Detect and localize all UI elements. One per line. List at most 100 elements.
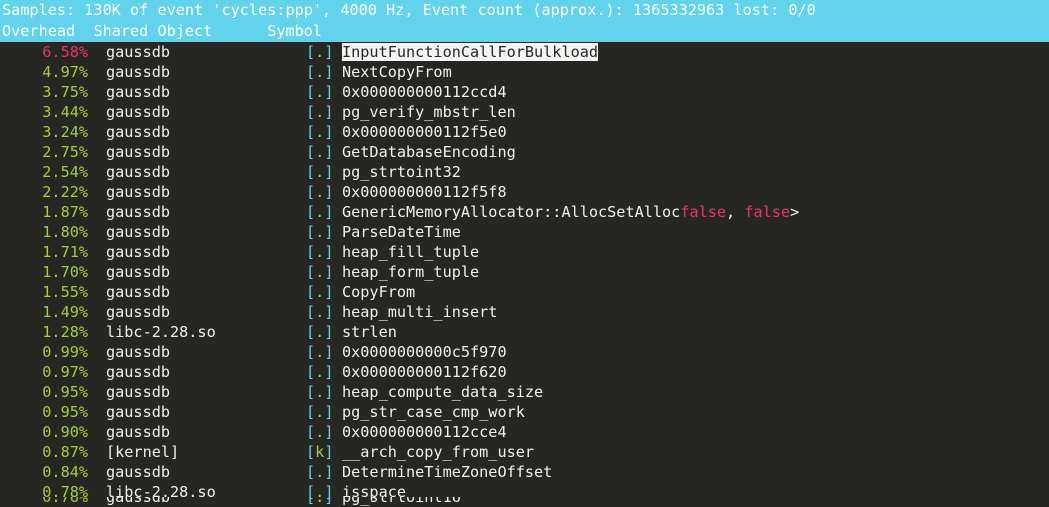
row-gap: [88, 162, 106, 182]
overhead-percent: 0.90%: [42, 423, 88, 441]
marker-glyph: .: [315, 203, 325, 221]
marker-glyph: .: [315, 403, 325, 421]
shared-object-name: gaussdb: [106, 203, 171, 221]
table-row[interactable]: 3.24% gaussdb [.] 0x000000000112f5e0: [0, 122, 1049, 142]
symbol-name: heap_multi_insert: [342, 303, 498, 321]
sample-marker: [.]: [306, 43, 334, 61]
column-header-row: Overhead Shared Object Symbol: [0, 21, 1049, 42]
overhead-percent: 2.75%: [42, 143, 88, 161]
row-gap: [88, 62, 106, 82]
sample-marker: [.]: [306, 63, 334, 81]
overhead-percent: 0.95%: [42, 403, 88, 421]
marker-glyph: .: [315, 43, 325, 61]
table-row[interactable]: 1.28% libc-2.28.so [.] strlen: [0, 322, 1049, 342]
table-row[interactable]: 1.71% gaussdb [.] heap_fill_tuple: [0, 242, 1049, 262]
row-gap: [88, 422, 106, 442]
overhead-percent: 3.75%: [42, 83, 88, 101]
table-row[interactable]: 0.99% gaussdb [.] 0x0000000000c5f970: [0, 342, 1049, 362]
overhead-percent: 1.71%: [42, 243, 88, 261]
marker-glyph: k: [315, 443, 325, 461]
shared-object-name: gaussdb: [106, 83, 171, 101]
symbol-name: 0x000000000112f5e0: [342, 123, 507, 141]
perf-status-line: Samples: 130K of event 'cycles:ppp', 400…: [2, 1, 816, 19]
table-row[interactable]: 3.44% gaussdb [.] pg_verify_mbstr_len: [0, 102, 1049, 122]
sample-marker: [.]: [306, 183, 334, 201]
column-header-overhead: Overhead: [2, 22, 76, 40]
sample-marker: [.]: [306, 283, 334, 301]
table-row[interactable]: 4.97% gaussdb [.] NextCopyFrom: [0, 62, 1049, 82]
symbol-name: pg_verify_mbstr_len: [342, 103, 516, 121]
marker-glyph: .: [315, 343, 325, 361]
table-row[interactable]: 2.54% gaussdb [.] pg_strtoint32: [0, 162, 1049, 182]
sample-marker: [.]: [306, 83, 334, 101]
symbol-name: heap_form_tuple: [342, 263, 480, 281]
overhead-percent: 0.84%: [42, 463, 88, 481]
shared-object-name: gaussdb: [106, 103, 171, 121]
table-row[interactable]: 0.97% gaussdb [.] 0x000000000112f620: [0, 362, 1049, 382]
sample-marker: [.]: [306, 203, 334, 221]
symbol-name: 0x000000000112ccd4: [342, 83, 507, 101]
row-gap: [88, 222, 106, 242]
row-gap: [88, 202, 106, 222]
column-header-gap-2: [212, 22, 267, 40]
symbol-name: 0x000000000112cce4: [342, 423, 507, 441]
row-gap: [88, 362, 106, 382]
table-row[interactable]: 0.87% [kernel] [k] __arch_copy_from_user: [0, 442, 1049, 462]
table-row[interactable]: 1.87% gaussdb [.] GenericMemoryAllocator::…: [0, 202, 1049, 222]
row-gap: [88, 262, 106, 282]
marker-glyph: .: [315, 303, 325, 321]
shared-object-name: gaussdb: [106, 303, 171, 321]
shared-object-name: gaussdb: [106, 243, 171, 261]
marker-glyph: .: [315, 63, 325, 81]
table-row[interactable]: 1.49% gaussdb [.] heap_multi_insert: [0, 302, 1049, 322]
table-row[interactable]: 0.84% gaussdb [.] DetermineTimeZoneOffset: [0, 462, 1049, 482]
row-gap: [88, 382, 106, 402]
table-row[interactable]: 2.22% gaussdb [.] 0x000000000112f5f8: [0, 182, 1049, 202]
marker-glyph: .: [315, 463, 325, 481]
row-gap: [88, 182, 106, 202]
sample-marker: [.]: [306, 343, 334, 361]
table-row[interactable]: 0.95% gaussdb [.] heap_compute_data_size: [0, 382, 1049, 402]
sample-marker: [.]: [306, 463, 334, 481]
marker-glyph: .: [315, 497, 325, 506]
shared-object-name: gaussdb: [106, 497, 171, 506]
row-gap: [88, 402, 106, 422]
marker-glyph: .: [315, 163, 325, 181]
row-gap: [88, 42, 106, 62]
shared-object-name: gaussdb: [106, 183, 171, 201]
symbol-name: InputFunctionCallForBulkload: [342, 43, 599, 61]
shared-object-name: gaussdb: [106, 123, 171, 141]
shared-object-name: gaussdb: [106, 463, 171, 481]
marker-glyph: .: [315, 383, 325, 401]
column-header-symbol: Symbol: [267, 22, 323, 40]
row-gap: [88, 302, 106, 322]
table-row[interactable]: 1.80% gaussdb [.] ParseDateTime: [0, 222, 1049, 242]
shared-object-name: gaussdb: [106, 63, 171, 81]
symbol-name: NextCopyFrom: [342, 63, 452, 81]
sample-marker: [.]: [306, 363, 334, 381]
overhead-percent: 0.99%: [42, 343, 88, 361]
table-row[interactable]: 3.75% gaussdb [.] 0x000000000112ccd4: [0, 82, 1049, 102]
sample-marker: [.]: [306, 143, 334, 161]
row-gap: [88, 497, 106, 507]
overhead-percent: 1.55%: [42, 283, 88, 301]
table-row[interactable]: 0.90% gaussdb [.] 0x000000000112cce4: [0, 422, 1049, 442]
symbol-name: 0x000000000112f620: [342, 363, 507, 381]
table-row[interactable]: 2.75% gaussdb [.] GetDatabaseEncoding: [0, 142, 1049, 162]
table-row[interactable]: 6.58% gaussdb [.] InputFunctionCallForBulk…: [0, 42, 1049, 62]
shared-object-name: [kernel]: [106, 443, 180, 461]
marker-glyph: .: [315, 323, 325, 341]
table-row[interactable]: 1.55% gaussdb [.] CopyFrom: [0, 282, 1049, 302]
table-row[interactable]: 0.95% gaussdb [.] pg_str_case_cmp_work: [0, 402, 1049, 422]
shared-object-name: gaussdb: [106, 283, 171, 301]
row-gap: [88, 442, 106, 462]
table-row[interactable]: 0.76% gaussdb [.] pg_strtoint16: [0, 497, 1049, 507]
symbol-name: pg_strtoint32: [342, 163, 461, 181]
sample-marker: [.]: [306, 403, 334, 421]
symbol-name: strlen: [342, 323, 397, 341]
table-row[interactable]: 1.70% gaussdb [.] heap_form_tuple: [0, 262, 1049, 282]
symbol-name: ParseDateTime: [342, 223, 461, 241]
symbol-name: pg_str_case_cmp_work: [342, 403, 525, 421]
sample-marker: [.]: [306, 103, 334, 121]
perf-sample-list[interactable]: 6.58% gaussdb [.] InputFunctionCallForBulk…: [0, 42, 1049, 502]
